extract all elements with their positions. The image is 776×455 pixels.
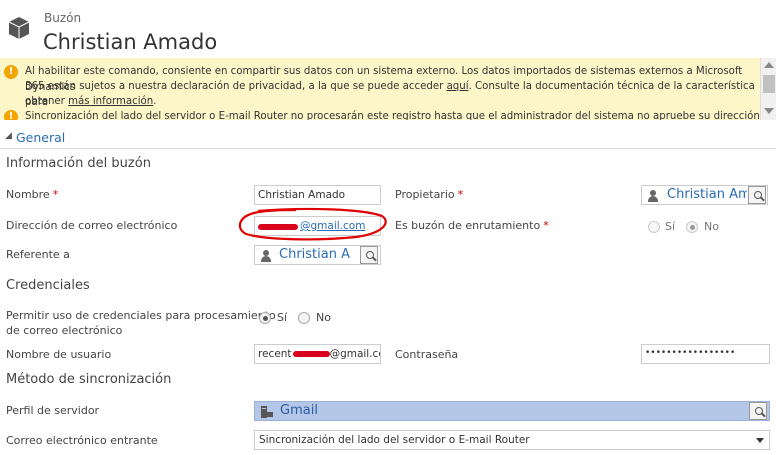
lookup-search-icon[interactable] xyxy=(748,186,766,204)
nombre-input[interactable]: Christian Amado xyxy=(254,185,381,205)
password-input[interactable]: ••••••••••••••••• xyxy=(641,344,770,364)
annotation-circle xyxy=(238,207,387,241)
scroll-up-icon[interactable] xyxy=(764,62,774,68)
notification-text: . xyxy=(153,96,157,107)
section-general[interactable]: General xyxy=(16,130,65,145)
scroll-thumb[interactable] xyxy=(763,75,775,93)
field-label-referente: Referente a xyxy=(6,248,70,261)
notification-text: 365 están sujetos a nuestra declaración … xyxy=(25,81,447,92)
radio-credenciales-no[interactable] xyxy=(298,312,310,324)
section-divider xyxy=(0,148,776,149)
chevron-down-icon[interactable] xyxy=(756,438,764,443)
scroll-down-icon[interactable] xyxy=(764,108,774,114)
label-text: Propietario xyxy=(395,188,455,201)
field-label-permitir-line2: de correo electrónico xyxy=(6,324,123,337)
field-label-nombre: Nombre * xyxy=(6,188,58,201)
radio-label-no: No xyxy=(704,220,719,233)
notification-scrollbar[interactable] xyxy=(760,58,776,120)
radio-enrutamiento-no[interactable] xyxy=(686,221,698,233)
group-heading-credentials: Credenciales xyxy=(6,278,90,293)
label-text: Es buzón de enrutamiento xyxy=(395,219,541,232)
field-label-propietario: Propietario * xyxy=(395,188,463,201)
radio-enrutamiento-si[interactable] xyxy=(648,221,660,233)
lookup-search-icon[interactable] xyxy=(749,402,767,420)
notification-line: obtener más información. xyxy=(25,94,157,110)
field-label-permitir-line1: Permitir uso de credenciales para proces… xyxy=(6,309,276,322)
mailbox-icon xyxy=(6,14,32,40)
group-heading-sync: Método de sincronización xyxy=(6,372,172,387)
required-marker: * xyxy=(457,188,464,201)
entity-type-label: Buzón xyxy=(44,11,82,25)
group-heading-info: Información del buzón xyxy=(6,156,151,171)
radio-label-no: No xyxy=(316,311,331,324)
entrante-value: Sincronización del lado del servidor o E… xyxy=(259,434,530,446)
propietario-link[interactable]: Christian Am xyxy=(667,187,747,202)
warning-icon: ! xyxy=(4,65,18,79)
notification-bar: ! Al habilitar este comando, consiente e… xyxy=(0,58,760,120)
entrante-select[interactable]: Sincronización del lado del servidor o E… xyxy=(254,430,770,450)
field-label-email: Dirección de correo electrónico xyxy=(6,219,178,232)
label-text: Nombre xyxy=(6,188,50,201)
record-title: Christian Amado xyxy=(43,30,218,54)
notification-text: obtener xyxy=(25,96,69,107)
warning-icon: ! xyxy=(4,110,18,120)
redaction-mark xyxy=(293,351,330,357)
usuario-suffix: @gmail.cc xyxy=(329,348,381,360)
field-label-entrante: Correo electrónico entrante xyxy=(6,434,158,447)
more-info-link[interactable]: más información xyxy=(68,96,153,107)
notification-line: Sincronización del lado del servidor o E… xyxy=(25,111,760,120)
radio-credenciales-si[interactable] xyxy=(259,312,271,324)
user-icon xyxy=(648,190,658,202)
perfil-servidor-lookup[interactable]: Gmail xyxy=(254,401,770,421)
field-label-perfil: Perfil de servidor xyxy=(6,404,100,417)
radio-label-si: Sí xyxy=(665,220,676,233)
usuario-prefix: recent xyxy=(258,348,292,360)
field-label-enrutamiento: Es buzón de enrutamiento * xyxy=(395,219,549,232)
lookup-search-icon[interactable] xyxy=(360,246,378,264)
field-label-usuario: Nombre de usuario xyxy=(6,348,112,361)
field-label-contrasena: Contraseña xyxy=(395,348,459,361)
privacy-link[interactable]: aquí xyxy=(447,81,469,92)
required-marker: * xyxy=(543,219,549,232)
server-profile-icon xyxy=(260,405,273,418)
required-marker: * xyxy=(52,188,59,201)
user-icon xyxy=(261,250,271,262)
section-collapse-icon[interactable]: ◢ xyxy=(5,131,12,141)
perfil-link[interactable]: Gmail xyxy=(280,403,318,418)
radio-label-si: Sí xyxy=(277,311,288,324)
referente-link[interactable]: Christian A xyxy=(279,247,357,262)
